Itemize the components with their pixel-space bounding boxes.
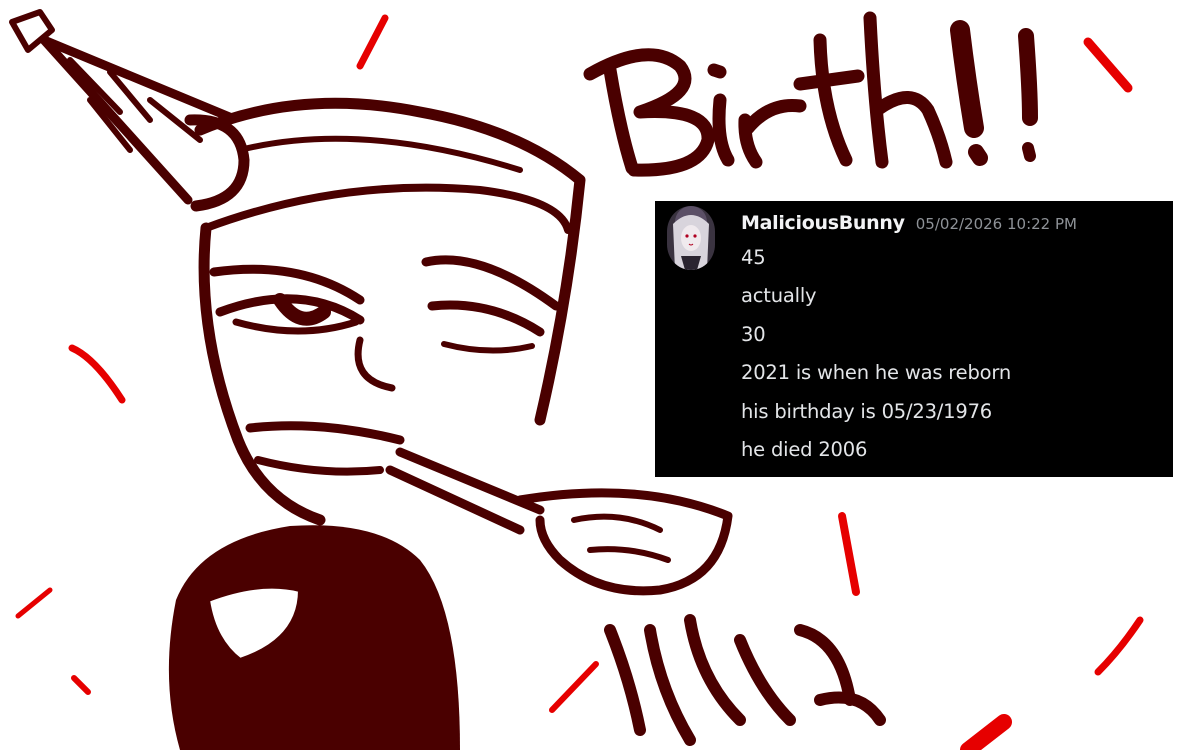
party-hat — [9, 9, 250, 212]
message-header: MaliciousBunny 05/02/2026 10:22 PM — [741, 212, 1077, 234]
confetti-streak — [68, 344, 126, 404]
message-line: 30 — [741, 322, 766, 346]
confetti-streak — [71, 675, 91, 695]
character-face — [209, 255, 561, 476]
user-avatar[interactable] — [667, 206, 715, 270]
confetti-streak — [1094, 616, 1144, 676]
confetti-streak — [356, 14, 389, 70]
birth-headline-lettering — [583, 11, 1038, 177]
message-line: actually — [741, 284, 817, 308]
message-line: 45 — [741, 246, 766, 269]
confetti-streak — [960, 714, 1012, 750]
confetti-streak — [838, 512, 860, 596]
avatar-portrait-icon — [667, 206, 715, 270]
message-line: 2021 is when he was reborn — [741, 361, 1011, 385]
confetti-streak — [1083, 37, 1133, 93]
message-line: his birthday is 05/23/1976 — [741, 399, 992, 423]
character-body — [168, 525, 460, 750]
message-timestamp: 05/02/2026 10:22 PM — [915, 215, 1077, 233]
discord-message-card: MaliciousBunny 05/02/2026 10:22 PM 45 ac… — [655, 201, 1173, 477]
message-list: 45 actually 30 2021 is when he was rebor… — [741, 245, 1011, 475]
confetti-streak — [549, 661, 599, 713]
confetti-streak — [15, 587, 53, 619]
message-line: he died 2006 — [741, 437, 868, 461]
streamers — [604, 614, 886, 746]
username[interactable]: MaliciousBunny — [741, 212, 905, 234]
